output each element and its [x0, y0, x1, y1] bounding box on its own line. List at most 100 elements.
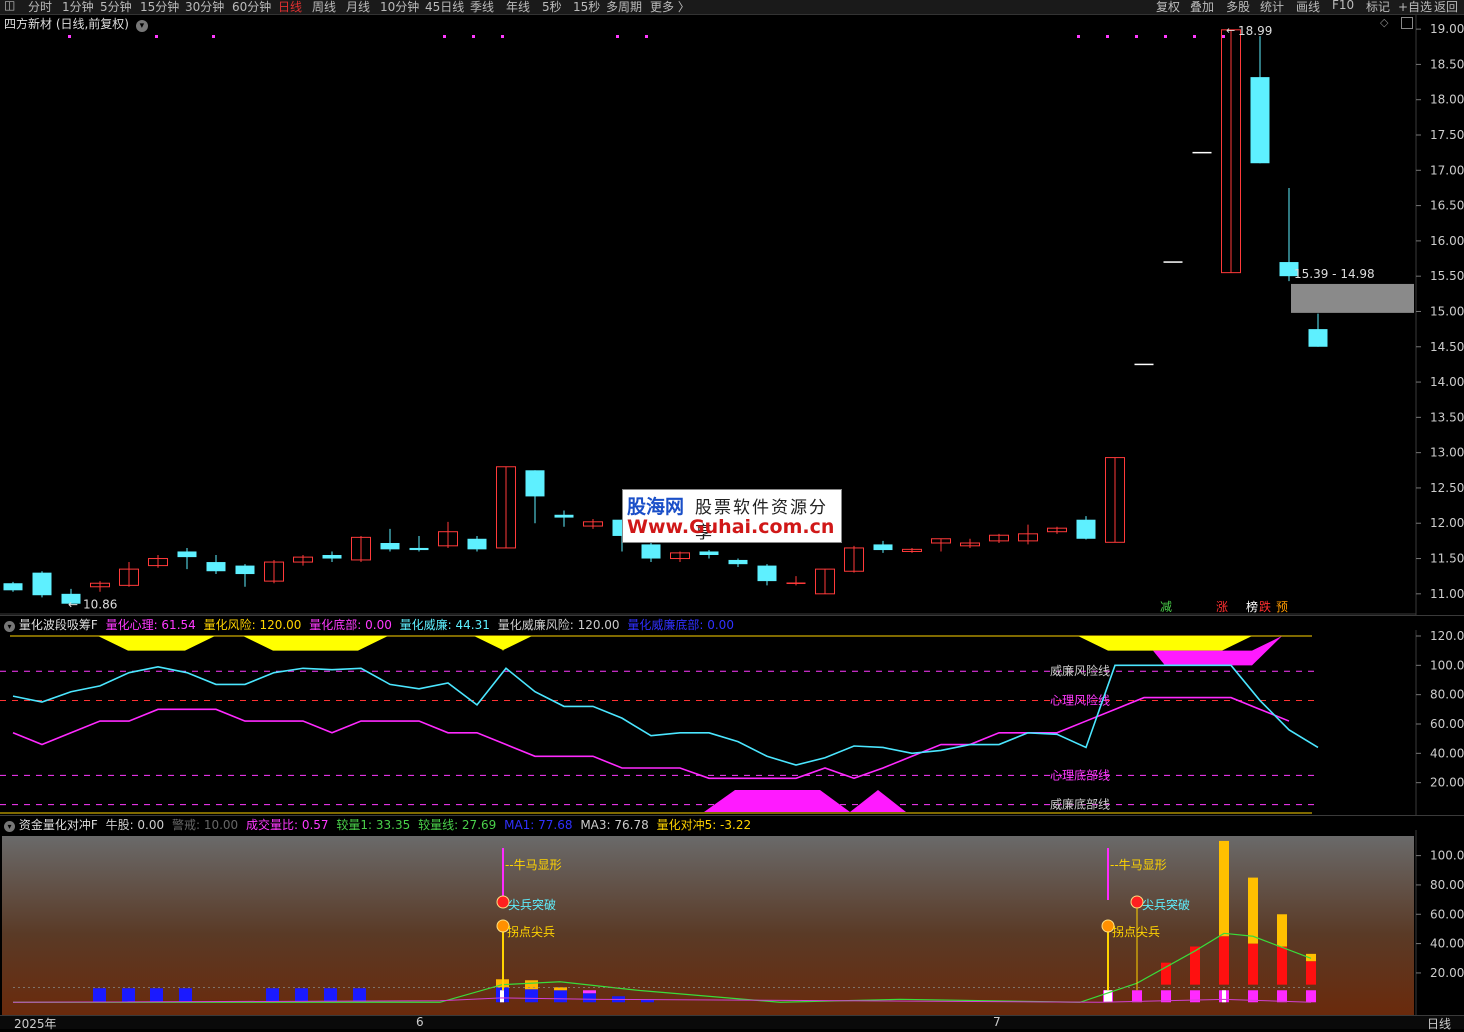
period-tab[interactable]: 周线 — [312, 0, 336, 14]
period-tab[interactable]: 5分钟 — [100, 0, 132, 14]
y-tick-label: 100.0 — [1430, 658, 1464, 672]
signal-marker: 跌 — [1259, 599, 1271, 614]
bull-signal-label: --牛马显形 — [1110, 857, 1167, 872]
gap-zone — [1291, 283, 1414, 313]
indicator2-chart[interactable]: 100.0 80.00 60.00 40.00 20.00 --牛马显形尖兵突破拐点尖兵 -… — [0, 830, 1464, 1015]
x-axis-label-june: 6 — [416, 1015, 424, 1029]
toolbar-button[interactable]: 复权 — [1156, 0, 1180, 14]
period-tab[interactable]: 15分钟 — [140, 0, 179, 14]
indicator1-chart[interactable]: 120.0100.080.0060.0040.0020.00威廉风险线心理风险线… — [0, 630, 1464, 815]
x-axis-label-year: 2025年 — [14, 1017, 57, 1031]
hedge-bar — [1161, 962, 1171, 985]
toolbar-button[interactable]: 多股 — [1226, 0, 1250, 14]
hedge-bar-base — [1277, 990, 1287, 1003]
candle-body — [554, 514, 574, 518]
turning-point-label: 拐点尖兵 — [507, 924, 555, 939]
volume-bar-top — [583, 990, 596, 994]
y-tick-label: 15.50 — [1430, 269, 1464, 283]
toolbar-button[interactable]: 返回 — [1434, 0, 1458, 14]
y-tick-label: 80.00 — [1430, 878, 1464, 892]
volume-bar-top — [554, 987, 567, 991]
candle-body — [3, 583, 23, 591]
low-arrow: ← — [68, 598, 78, 612]
white-marker — [1222, 990, 1226, 1003]
candle-body — [525, 470, 545, 497]
period-tab[interactable]: 月线 — [346, 0, 370, 14]
volume-bar — [583, 993, 596, 1003]
period-tab[interactable]: 分时 — [28, 0, 52, 14]
bottom-zone — [704, 790, 850, 812]
volume-bar-top — [525, 980, 538, 990]
candle-body — [1250, 77, 1270, 164]
y-tick-label: 12.00 — [1430, 516, 1464, 530]
y-tick-label: 40.00 — [1430, 746, 1464, 760]
candle-body — [1076, 519, 1096, 539]
toolbar-button[interactable]: 统计 — [1260, 0, 1284, 14]
period-tab[interactable]: 更多 〉 — [650, 0, 690, 14]
candle-body — [728, 559, 748, 565]
period-selector[interactable]: 日线 — [1427, 1015, 1451, 1032]
period-tab[interactable]: 多周期 — [606, 0, 642, 14]
period-tab[interactable]: 季线 — [470, 0, 494, 14]
y-tick-label: 16.50 — [1430, 199, 1464, 213]
volume-bar — [295, 988, 308, 1003]
toolbar-button[interactable]: 画线 — [1296, 0, 1320, 14]
candle-body — [1134, 363, 1154, 366]
line-label: 威廉底部线 — [1050, 797, 1110, 812]
signal-dot — [212, 35, 215, 38]
signal-marker: 涨 — [1216, 599, 1228, 614]
hedge-bar — [1277, 946, 1287, 985]
risk-zone — [1078, 636, 1252, 651]
series-line — [12, 696, 1290, 780]
candle-body — [757, 565, 777, 582]
line-label: 威廉风险线 — [1050, 663, 1110, 678]
toolbar-button[interactable]: 标记 — [1366, 0, 1390, 14]
period-tab[interactable]: 1分钟 — [62, 0, 94, 14]
signal-dot — [616, 35, 619, 38]
y-tick-label: 14.50 — [1430, 340, 1464, 354]
candle-body — [786, 582, 806, 584]
hedge-bar-top — [1277, 914, 1287, 947]
signal-dot — [472, 35, 475, 38]
low-price-label: 10.86 — [83, 598, 117, 612]
y-tick-label: 13.50 — [1430, 410, 1464, 424]
signal-dot — [1193, 35, 1196, 38]
signal-dot — [443, 35, 446, 38]
f10-button[interactable]: F10 — [1332, 0, 1354, 12]
candle-body — [699, 551, 719, 555]
x-axis-label-july: 7 — [993, 1015, 1001, 1029]
period-tab[interactable]: 60分钟 — [232, 0, 271, 14]
hedge-bar-top — [1219, 840, 1229, 937]
toolbar-button[interactable]: +自选 — [1398, 0, 1432, 14]
candle-body — [206, 562, 226, 572]
period-tab[interactable]: 45日线 — [425, 0, 464, 14]
candle-body — [322, 555, 342, 559]
bull-signal-label: --牛马显形 — [505, 857, 562, 872]
period-tab[interactable]: 5秒 — [542, 0, 562, 14]
y-tick-label: 60.00 — [1430, 717, 1464, 731]
risk-zone — [243, 636, 388, 651]
period-tab[interactable]: 年线 — [506, 0, 530, 14]
candle-body — [380, 543, 400, 550]
volume-bar — [179, 988, 192, 1003]
bottom-zone — [850, 790, 906, 812]
period-tab[interactable]: 10分钟 — [380, 0, 419, 14]
period-tab[interactable]: 15秒 — [573, 0, 600, 14]
line-label: 心理底部线 — [1050, 767, 1110, 782]
window-icon[interactable]: ◫ — [4, 0, 15, 12]
turning-point-label: 拐点尖兵 — [1112, 924, 1160, 939]
candle-body — [409, 547, 429, 551]
period-toolbar: ◫ 分时 1分钟 5分钟 15分钟 30分钟 60分钟 日线 周线 月线 10分钟 45日线 季线 年线… — [0, 0, 1464, 15]
y-tick-label: 11.50 — [1430, 552, 1464, 566]
signal-marker: 榜 — [1246, 599, 1258, 614]
period-tab[interactable]: 30分钟 — [185, 0, 224, 14]
high-arrow: ← — [1226, 24, 1235, 37]
candle-body — [177, 551, 197, 558]
volume-bar — [122, 988, 135, 1003]
signal-dot — [1106, 35, 1109, 38]
toolbar-button[interactable]: 叠加 — [1190, 0, 1214, 14]
risk-zone — [98, 636, 215, 651]
candle-body — [467, 538, 487, 550]
y-tick-label: 14.00 — [1430, 375, 1464, 389]
period-tab[interactable]: 日线 — [278, 0, 302, 14]
